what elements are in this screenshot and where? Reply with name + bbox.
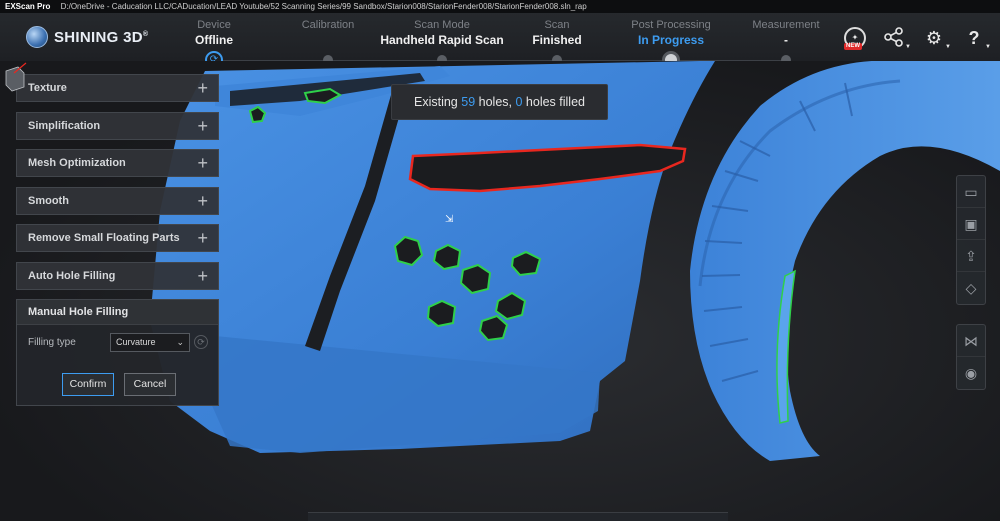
section-mesh-optimization[interactable]: Mesh Optimization +	[16, 149, 219, 177]
expand-plus-icon[interactable]: +	[197, 267, 208, 285]
section-remove-small-floating-parts[interactable]: Remove Small Floating Parts +	[16, 224, 219, 252]
section-label: Mesh Optimization	[28, 157, 126, 169]
top-toolbar: ✦ NEW ▼ ⚙ ▼ ? ▼	[844, 26, 992, 50]
section-label: Texture	[28, 82, 67, 94]
expand-plus-icon[interactable]: +	[197, 229, 208, 247]
chevron-down-icon: ⌄	[176, 337, 184, 347]
new-badge: NEW	[844, 43, 862, 50]
existing-holes-count: 59	[461, 95, 476, 109]
msg-suffix: holes filled	[525, 95, 585, 109]
expand-plus-icon[interactable]: +	[197, 79, 208, 97]
reset-icon[interactable]: ⟳	[194, 335, 208, 349]
filled-holes-count: 0	[515, 95, 523, 109]
new-features-icon[interactable]: ✦ NEW	[844, 27, 866, 50]
manual-hole-filling-title[interactable]: Manual Hole Filling	[17, 300, 218, 325]
mesh-display-icon[interactable]: ⋈	[957, 325, 985, 357]
confirm-button[interactable]: Confirm	[62, 373, 114, 396]
filling-type-select[interactable]: Curvature ⌄	[110, 333, 190, 352]
export-icon[interactable]: ⇪	[957, 240, 985, 272]
caret-down-icon: ▼	[945, 44, 951, 50]
section-label: Simplification	[28, 119, 101, 132]
right-file-toolbar: ▭ ▣ ⇪ ◇	[956, 175, 986, 305]
expand-plus-icon[interactable]: +	[197, 154, 208, 172]
expand-plus-icon[interactable]: +	[197, 117, 208, 135]
axis-gizmo-icon	[5, 62, 27, 92]
cube-icon[interactable]: ◇	[957, 272, 985, 304]
step-value: Offline	[195, 33, 233, 47]
post-processing-panel: Texture + Simplification + Mesh Optimizati…	[16, 74, 219, 406]
open-folder-icon[interactable]: ▭	[957, 176, 985, 208]
filling-type-value: Curvature	[116, 337, 156, 347]
share-icon[interactable]: ▼	[882, 26, 911, 50]
bottom-toolbar[interactable]	[308, 512, 728, 521]
section-smooth[interactable]: Smooth +	[16, 186, 219, 215]
msg-mid: holes,	[478, 95, 512, 109]
manual-hole-filling-section: Manual Hole Filling Filling type Curvatu…	[16, 299, 219, 406]
expand-plus-icon[interactable]: +	[197, 192, 208, 210]
cursor-icon: ⇲	[445, 214, 454, 225]
msg-prefix: Existing	[413, 95, 458, 109]
file-path: D:/OneDrive - Caducation LLC/CADucation/…	[60, 2, 587, 11]
filling-type-label: Filling type	[28, 337, 76, 348]
settings-icon[interactable]: ⚙ ▼	[922, 26, 951, 50]
3d-viewport[interactable]: ⇲ Existing 59 holes, 0 holes filled Text…	[0, 61, 1000, 521]
section-texture[interactable]: Texture +	[16, 74, 219, 102]
tire-tread	[690, 61, 1000, 461]
right-view-toolbar: ⋈ ◉	[956, 324, 986, 390]
caret-down-icon: ▼	[985, 44, 991, 50]
app-name: EXScan Pro	[5, 2, 51, 11]
section-label: Remove Small Floating Parts	[28, 232, 180, 244]
globe-logo-icon	[26, 26, 48, 48]
app-window: { "titlebar": { "app": "EXScan Pro", "pa…	[0, 0, 1000, 521]
step-measurement[interactable]: Measurement -	[716, 18, 856, 48]
brand-name: SHINING 3D	[54, 28, 143, 46]
title-bar: EXScan Pro D:/OneDrive - Caducation LLC/…	[0, 0, 1000, 13]
step-label: Measurement	[752, 19, 820, 31]
section-label: Smooth	[28, 194, 69, 207]
section-simplification[interactable]: Simplification +	[16, 111, 219, 140]
workflow-bar: SHINING 3D® Device Offline Calibration S…	[0, 13, 1000, 69]
brand-logo: SHINING 3D®	[26, 26, 148, 48]
caret-down-icon: ▼	[905, 44, 911, 50]
visibility-eye-icon[interactable]: ◉	[957, 357, 985, 389]
save-icon[interactable]: ▣	[957, 208, 985, 240]
hole-status-message: Existing 59 holes, 0 holes filled	[391, 84, 608, 120]
step-value: -	[784, 33, 788, 47]
section-auto-hole-filling[interactable]: Auto Hole Filling +	[16, 261, 219, 290]
section-label: Auto Hole Filling	[28, 269, 116, 282]
cancel-button[interactable]: Cancel	[124, 373, 176, 396]
help-icon[interactable]: ? ▼	[962, 26, 992, 50]
